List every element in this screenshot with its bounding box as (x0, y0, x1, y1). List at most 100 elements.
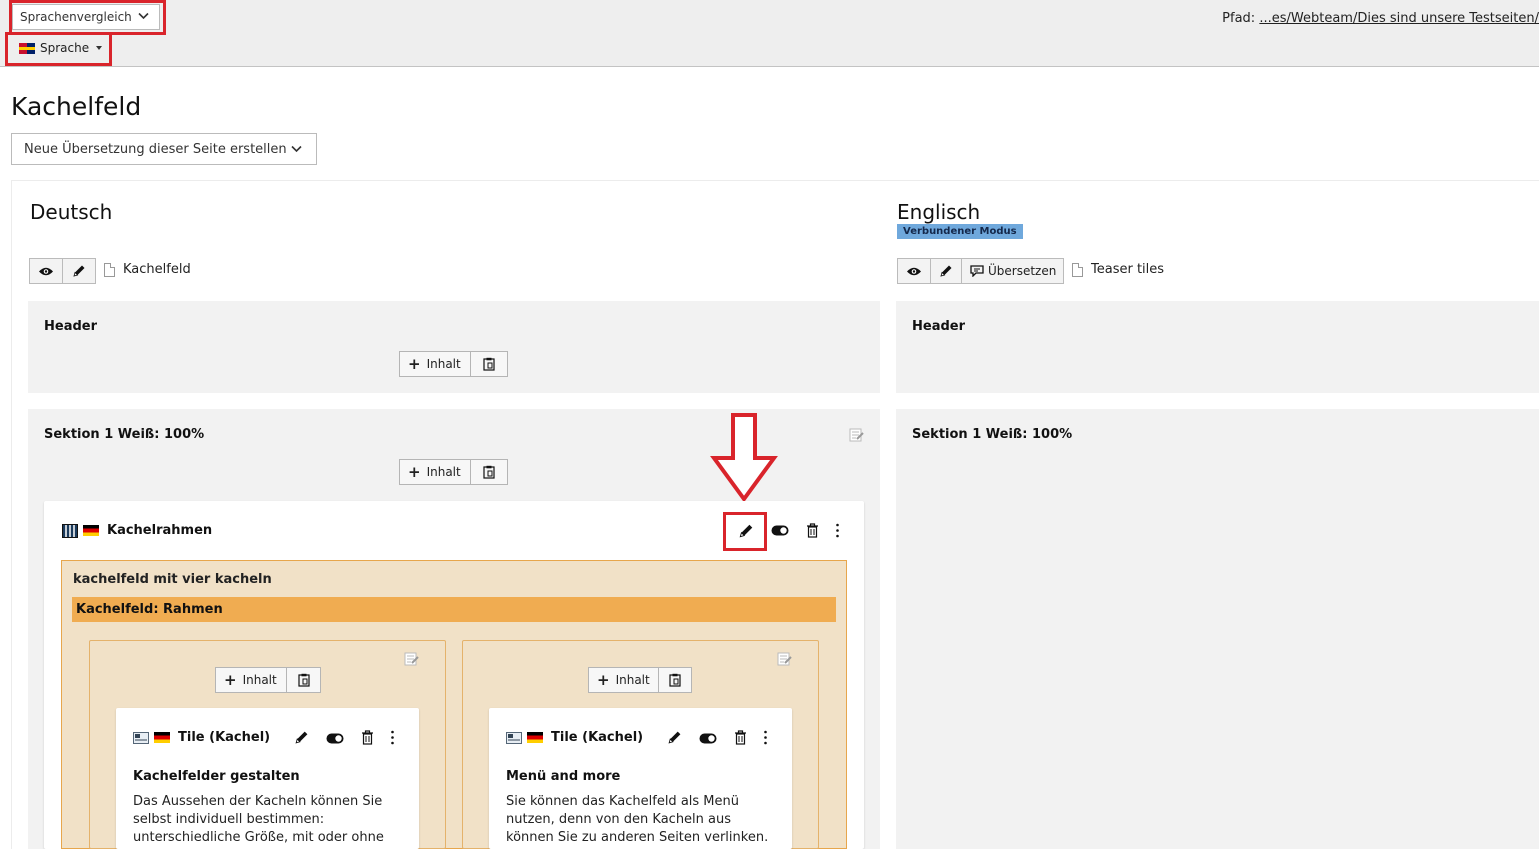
caret-down-icon (96, 46, 103, 50)
trash-icon[interactable] (806, 523, 819, 538)
toggle-icon[interactable] (699, 733, 717, 744)
new-translation-label: Neue Übersetzung dieser Seite erstellen (24, 141, 287, 157)
red-arrow-annotation (710, 413, 778, 502)
plus-icon: + (408, 354, 421, 373)
eye-icon (907, 267, 921, 275)
trash-icon[interactable] (734, 730, 747, 745)
header-section-de (28, 301, 880, 393)
clipboard-icon (483, 357, 495, 371)
language-button-label: Sprache (40, 41, 90, 55)
more-options-icon[interactable] (390, 730, 395, 745)
page-actions-de (29, 258, 96, 284)
column-title-deutsch: Deutsch (30, 200, 113, 224)
page-name-de: Kachelfeld (104, 262, 191, 277)
clipboard-icon (483, 465, 495, 479)
add-content-button[interactable]: + Inhalt (400, 460, 471, 484)
pencil-icon (73, 265, 85, 277)
tile-body-2: Sie können das Kachelfeld als Menü nutze… (506, 793, 788, 847)
tile-title-1: Tile (Kachel) (178, 730, 271, 745)
add-content-group-header: + Inhalt (399, 351, 508, 377)
tile-header-1: Tile (Kachel) (133, 730, 270, 745)
sektion1-title-en: Sektion 1 Weiß: 100% (912, 427, 1073, 442)
paste-button[interactable] (471, 460, 507, 484)
tile-line: Das Aussehen der Kacheln können Sie (133, 794, 383, 809)
plus-icon: + (597, 670, 610, 689)
tile-heading-1: Kachelfelder gestalten (133, 769, 300, 784)
add-content-label: Inhalt (426, 357, 461, 371)
view-page-button-de[interactable] (30, 259, 63, 283)
translate-icon (970, 265, 984, 277)
path-link[interactable]: ...es/Webteam/Dies sind unsere Testseite… (1259, 11, 1539, 26)
grid-preview-title: kachelfeld mit vier kacheln (73, 572, 272, 587)
more-options-icon[interactable] (835, 523, 840, 538)
page-icon (1072, 262, 1083, 277)
translate-button[interactable]: Übersetzen (962, 259, 1064, 283)
grid-container-icon (62, 523, 78, 538)
flag-de-icon (527, 732, 543, 743)
edit-column-icon[interactable] (777, 651, 792, 666)
tile-header-2: Tile (Kachel) (506, 730, 643, 745)
pencil-icon (940, 265, 952, 277)
grid-preview-header-label: Kachelfeld: Rahmen (76, 602, 223, 617)
connected-mode-badge: Verbundener Modus (897, 224, 1023, 239)
tile-line: selbst individuell bestimmen: (133, 812, 325, 827)
edit-page-button-en[interactable] (931, 259, 962, 283)
plus-icon: + (224, 670, 237, 689)
edit-column-icon[interactable] (404, 651, 419, 666)
chevron-down-icon (291, 145, 302, 153)
content-element-header: Kachelrahmen (62, 523, 212, 538)
page-actions-en: Übersetzen (897, 258, 1064, 284)
page-icon (104, 262, 115, 277)
more-options-icon[interactable] (763, 730, 768, 745)
toggle-icon[interactable] (771, 525, 789, 536)
content-element-title: Kachelrahmen (107, 523, 213, 538)
edit-section-icon[interactable] (849, 427, 864, 442)
add-content-group-col2: + Inhalt (588, 667, 692, 693)
pencil-icon[interactable] (738, 523, 754, 539)
pencil-icon[interactable] (667, 730, 682, 745)
paste-button[interactable] (471, 352, 507, 376)
tile-heading-2: Menü and more (506, 769, 621, 784)
add-content-button[interactable]: + Inhalt (589, 668, 659, 692)
add-content-button[interactable]: + Inhalt (400, 352, 471, 376)
eye-icon (39, 267, 53, 275)
view-mode-select[interactable]: Sprachenvergleich (12, 4, 160, 30)
add-content-group-col1: + Inhalt (215, 667, 321, 693)
page-name-en: Teaser tiles (1072, 262, 1164, 277)
tile-line: Sie können das Kachelfeld als Menü (506, 794, 739, 809)
add-content-button[interactable]: + Inhalt (216, 668, 287, 692)
edit-page-button-de[interactable] (63, 259, 95, 283)
translate-button-label: Übersetzen (988, 264, 1057, 278)
header-section-title-en: Header (912, 319, 966, 334)
add-content-label: Inhalt (615, 673, 650, 687)
pencil-icon[interactable] (294, 730, 309, 745)
clipboard-icon (669, 673, 681, 687)
tile-line: können Sie zu anderen Seiten verlinken. (506, 830, 769, 845)
page-name-de-label: Kachelfeld (123, 262, 191, 277)
view-page-button-en[interactable] (898, 259, 931, 283)
chevron-down-icon (138, 12, 149, 20)
page-title: Kachelfeld (11, 92, 142, 121)
sektion1-en (896, 409, 1539, 849)
plus-icon: + (408, 462, 421, 481)
page-name-en-label: Teaser tiles (1091, 262, 1165, 277)
sektion1-title-de: Sektion 1 Weiß: 100% (44, 427, 205, 442)
tile-line: nutzen, denn von den Kacheln aus (506, 812, 732, 827)
tile-type-icon (506, 731, 522, 744)
view-mode-select-label: Sprachenvergleich (20, 10, 132, 24)
add-content-group-sektion1: + Inhalt (399, 459, 508, 485)
paste-button[interactable] (659, 668, 691, 692)
add-content-label: Inhalt (426, 465, 461, 479)
new-translation-select[interactable]: Neue Übersetzung dieser Seite erstellen (11, 133, 317, 165)
trash-icon[interactable] (361, 730, 374, 745)
language-button[interactable]: Sprache (12, 36, 106, 60)
breadcrumb: Pfad: ...es/Webteam/Dies sind unsere Tes… (1222, 11, 1539, 26)
paste-button[interactable] (287, 668, 320, 692)
grid-preview-header: Kachelfeld: Rahmen (72, 597, 836, 622)
add-content-label: Inhalt (242, 673, 277, 687)
toggle-icon[interactable] (326, 733, 344, 744)
tile-type-icon (133, 731, 149, 744)
clipboard-icon (297, 673, 310, 687)
path-label: Pfad: (1222, 11, 1256, 26)
flag-de-icon (154, 732, 170, 743)
